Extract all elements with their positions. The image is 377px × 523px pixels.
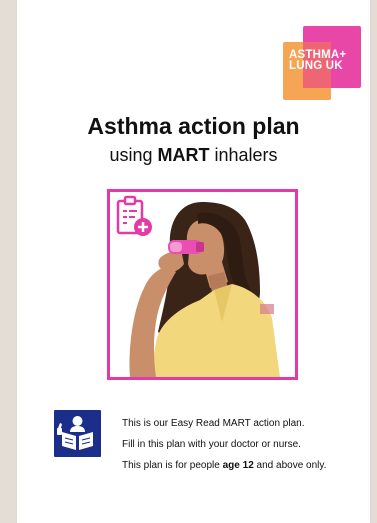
subtitle-bold: MART bbox=[157, 145, 210, 165]
easy-read-text: This is our Easy Read MART action plan. … bbox=[122, 413, 367, 476]
subtitle-suffix: inhalers bbox=[209, 145, 278, 165]
easy-read-book-icon bbox=[57, 416, 93, 450]
easy-read-line-1: This is our Easy Read MART action plan. bbox=[122, 418, 305, 429]
inhaler-photo bbox=[107, 189, 298, 380]
clipboard-plus-icon bbox=[116, 195, 152, 236]
document-page: ASTHMA+ LUNG UK Asthma action plan using… bbox=[17, 0, 370, 523]
logo-text: ASTHMA+ LUNG UK bbox=[289, 49, 346, 72]
easy-read-line-3-prefix: This plan is for people bbox=[122, 460, 223, 471]
page-subtitle: using MART inhalers bbox=[17, 145, 370, 166]
easy-read-line-3-suffix: and above only. bbox=[253, 460, 327, 471]
easy-read-icon bbox=[54, 410, 101, 457]
easy-read-line-2: Fill in this plan with your doctor or nu… bbox=[122, 439, 301, 450]
easy-read-line-3-bold: age 12 bbox=[222, 460, 254, 471]
easy-read-line-3: This plan is for people age 12 and above… bbox=[122, 455, 367, 476]
page-title: Asthma action plan bbox=[87, 113, 300, 139]
logo-line-2: LUNG UK bbox=[289, 60, 343, 72]
asthma-lung-uk-logo: ASTHMA+ LUNG UK bbox=[277, 22, 367, 104]
subtitle-prefix: using bbox=[109, 145, 158, 165]
